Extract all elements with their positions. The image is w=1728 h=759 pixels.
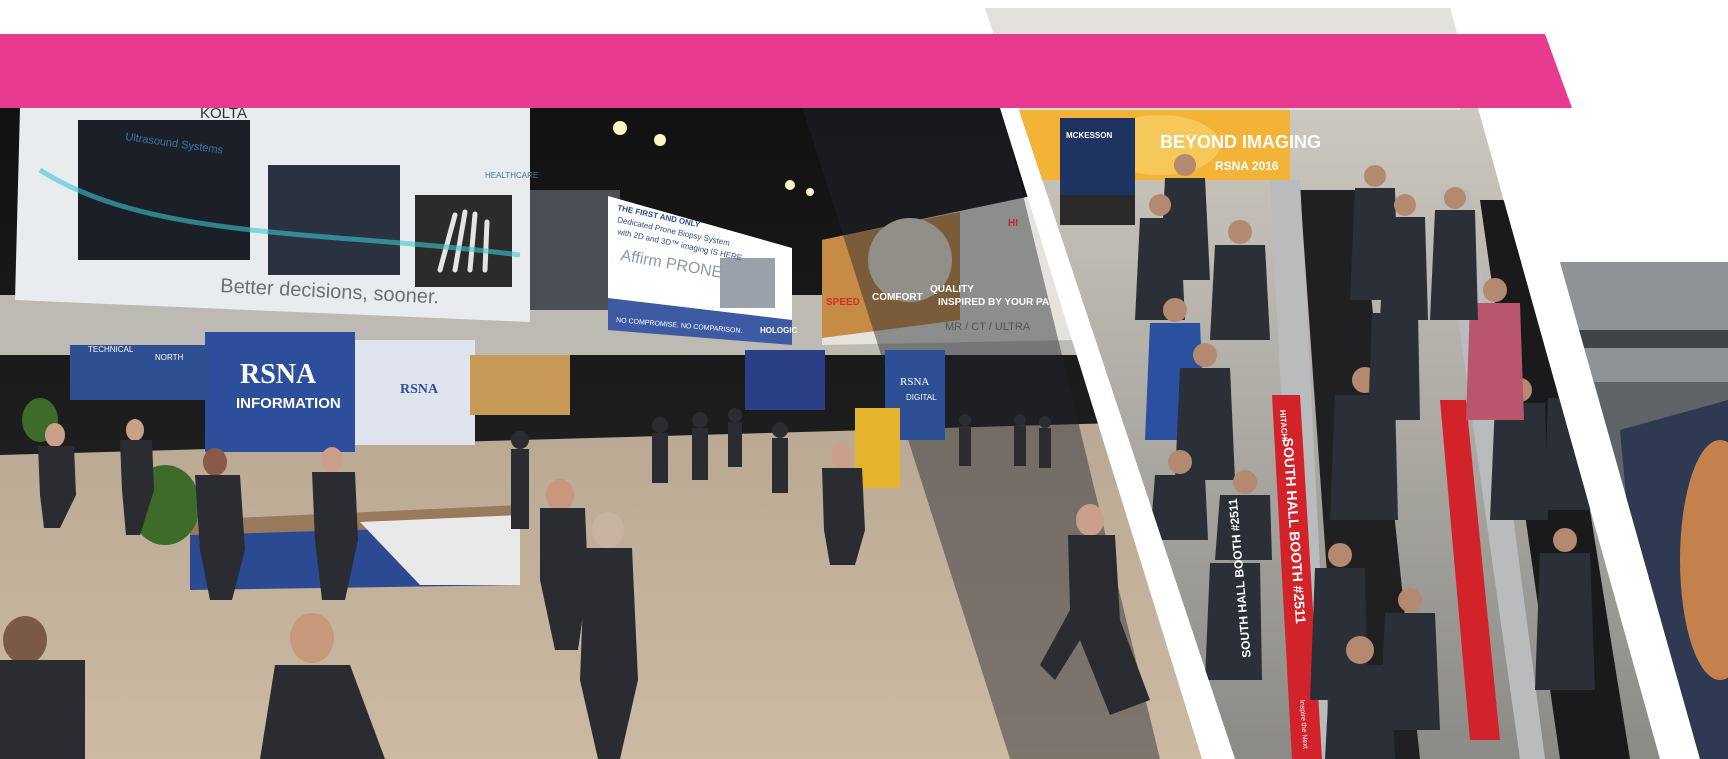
kiosk-brand-text: MCKESSON [1066, 131, 1112, 140]
right-banner-word-1: SPEED [826, 297, 860, 308]
pink-accent-band [0, 34, 1572, 108]
center-banner-brand: HOLOGIC [760, 326, 798, 335]
banner-text-rsna: RSNA 2016 [1215, 159, 1279, 173]
booth-brand-text: RSNA [240, 359, 317, 390]
right-banner-sub: INSPIRED BY YOUR PA [938, 297, 1049, 308]
right-banner-word-2: COMFORT [872, 292, 923, 303]
photo-collage: KOLTA Ultrasound Systems Better decision… [0, 8, 1728, 759]
right-banner-word-3: QUALITY [930, 284, 974, 295]
digital-sign-text: DIGITAL [906, 393, 937, 402]
banner-text-beyond: BEYOND IMAGING [1160, 132, 1321, 152]
digital-sign-brand: RSNA [900, 376, 929, 388]
right-banner-line: MR / CT / ULTRA [945, 321, 1031, 333]
technical-sign-text: TECHNICAL [88, 345, 134, 354]
booth-label-text: INFORMATION [236, 395, 341, 412]
right-banner-badge: HI [1008, 218, 1018, 229]
banner-right-label: HEALTHCARE [485, 171, 538, 180]
booth-side-brand: RSNA [400, 382, 439, 397]
north-sign-text: NORTH [155, 353, 184, 362]
